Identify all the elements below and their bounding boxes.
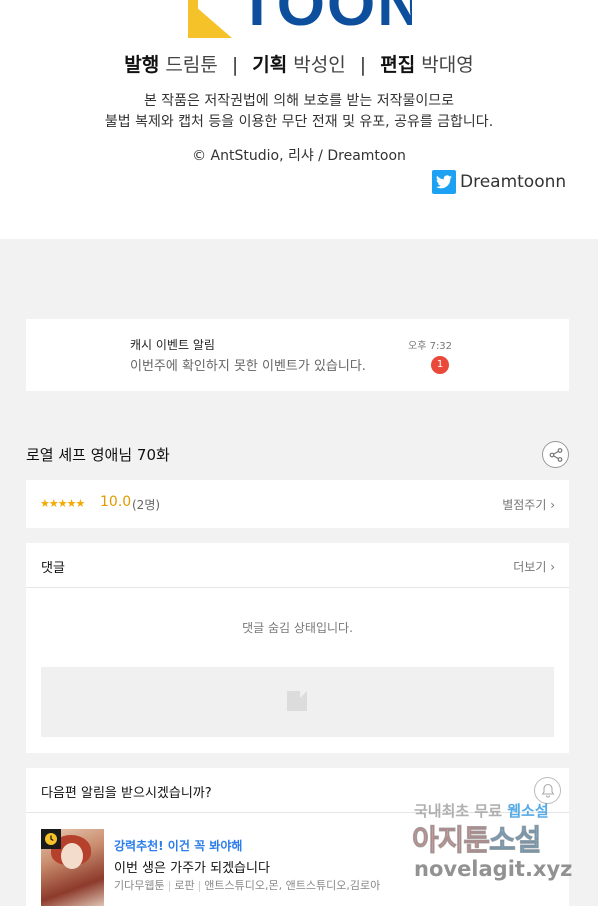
image-placeholder-icon (287, 691, 307, 711)
recommend-label: 강력추천! 이건 꼭 봐야해 (114, 839, 243, 853)
staff-separator: | (231, 54, 239, 76)
comments-more-button[interactable]: 더보기 › (513, 558, 555, 575)
recommended-meta: 기다무웹툰 | 로판 | 앤트스튜디오,몬, 앤트스튜디오,김로아 (114, 879, 381, 892)
dreamtoon-logo: TOON (188, 0, 412, 40)
clock-icon (41, 829, 61, 849)
site-watermark: 국내최초 무료 웹소설 아지툰소설 novelagit.xyz (408, 800, 598, 906)
comments-hidden-message: 댓글 숨김 상태입니다. (242, 621, 353, 635)
twitter-icon (432, 170, 456, 194)
logo-text: TOON (238, 0, 412, 39)
staff-role: 기획 (252, 54, 288, 76)
next-alert-question: 다음편 알림을 받으시겠습니까? (41, 786, 212, 801)
notice-line: 본 작품은 저작권법에 의해 보호를 받는 저작물이므로 (143, 93, 455, 109)
episode-title: 로열 셰프 영애님 70화 (26, 446, 170, 464)
share-button[interactable] (542, 441, 569, 468)
notification-badge: 1 (431, 356, 449, 374)
staff-line: 발행 드림툰 | 기획 박성인 | 편집 박대영 (0, 52, 598, 78)
staff-separator: | (359, 54, 367, 76)
bell-icon (541, 783, 554, 798)
recommended-title[interactable]: 이번 생은 가주가 되겠습니다 (114, 857, 270, 876)
meta-genre: 로판 (174, 879, 195, 892)
star-rating: ★★★★★ (40, 497, 85, 510)
watermark-domain: novelagit.xyz (414, 857, 573, 881)
twitter-handle: Dreamtoonn (460, 172, 567, 192)
notification-message: 이번주에 확인하지 못한 이벤트가 있습니다. (130, 359, 366, 374)
staff-role: 편집 (380, 54, 416, 76)
staff-name: 드림툰 (165, 54, 218, 76)
rate-button[interactable]: 별점주기 › (502, 496, 555, 513)
meta-authors: 앤트스튜디오,몬, 앤트스튜디오,김로아 (204, 879, 381, 892)
staff-role: 발행 (124, 54, 160, 76)
share-icon (549, 447, 562, 462)
cash-event-notification[interactable]: 캐시 이벤트 알림 이번주에 확인하지 못한 이벤트가 있습니다. 오후 7:3… (26, 319, 569, 391)
ad-placeholder[interactable] (41, 667, 554, 737)
copyright-notice: 본 작품은 저작권법에 의해 보호를 받는 저작물이므로 불법 복제와 캡처 등… (0, 91, 598, 133)
rating-card: ★★★★★ 10.0 (2명) 별점주기 › (26, 480, 569, 528)
recommended-webtoon-thumbnail[interactable] (41, 829, 104, 906)
copyright-line: © AntStudio, 리샤 / Dreamtoon (192, 148, 406, 164)
staff-name: 박대영 (421, 54, 474, 76)
staff-name: 박성인 (293, 54, 346, 76)
comments-header: 댓글 더보기 › (26, 543, 569, 588)
notification-time: 오후 7:32 (408, 341, 453, 352)
comments-title: 댓글 (41, 561, 65, 576)
notification-title: 캐시 이벤트 알림 (130, 338, 215, 352)
comments-card: 댓글 더보기 › 댓글 숨김 상태입니다. (26, 543, 569, 753)
notice-line: 불법 복제와 캡처 등을 이용한 무단 전재 및 유포, 공유를 금합니다. (104, 114, 494, 130)
twitter-link[interactable]: Dreamtoonn (432, 170, 566, 194)
rating-votes: (2명) (132, 498, 161, 512)
rating-score: 10.0 (100, 494, 132, 510)
episode-credits: TOON 발행 드림툰 | 기획 박성인 | 편집 박대영 본 작품은 저작권법… (0, 0, 598, 239)
meta-type: 기다무웹툰 (114, 879, 165, 892)
watermark-brand: 아지툰소설 (411, 823, 541, 858)
